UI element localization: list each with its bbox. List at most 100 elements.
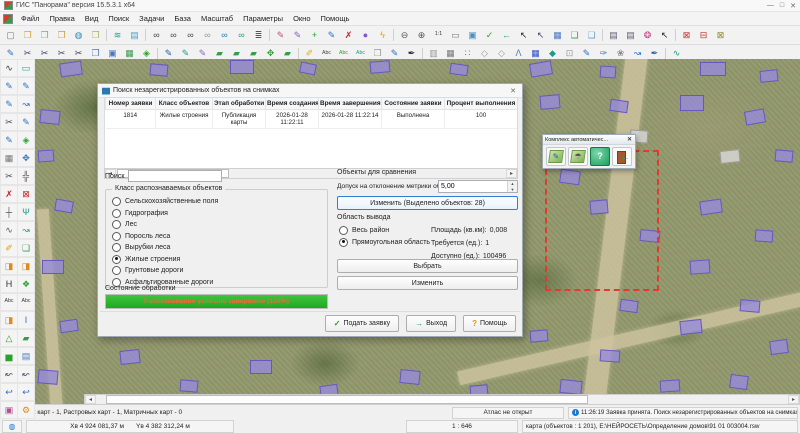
column-header-2[interactable]: Класс объектов <box>156 98 213 110</box>
map-close-3-icon[interactable]: ⊠ <box>712 27 729 44</box>
flashlight-2-icon[interactable]: ◨ <box>17 257 35 275</box>
topology-tool-icon[interactable]: ╬ <box>17 167 35 185</box>
report-tool-icon[interactable]: ▤ <box>17 347 35 365</box>
auto-complex-edit-map-button[interactable]: ✎ <box>546 147 566 166</box>
edit-blue-icon[interactable]: ✎ <box>323 27 340 44</box>
column-header-8[interactable]: Идент <box>518 98 519 110</box>
text-tool-1-icon[interactable]: Abc <box>0 293 18 311</box>
map-horizontal-scrollbar[interactable]: ◂ ▸ <box>84 394 800 405</box>
view-frame-icon[interactable]: ▣ <box>464 27 481 44</box>
column-header-5[interactable]: Время завершения <box>319 98 382 110</box>
crosshair-tool-icon[interactable]: ┼ <box>0 203 18 221</box>
open-globe-icon[interactable]: ◍ <box>70 27 87 44</box>
menu-item-Окно[interactable]: Окно <box>288 13 315 24</box>
flashlight-1-icon[interactable]: ◨ <box>0 257 18 275</box>
tolerance-spinner[interactable]: ▲▼ <box>438 180 518 193</box>
tolerance-input[interactable] <box>439 181 507 192</box>
menu-item-Масштаб[interactable]: Масштаб <box>196 13 238 24</box>
scroll-thumb[interactable] <box>106 395 588 404</box>
chart-tool-icon[interactable]: ▅ <box>0 347 18 365</box>
select-area-button[interactable]: Выбрать <box>337 259 518 273</box>
image-tool-icon[interactable]: ▣ <box>0 401 18 419</box>
radio-option-Прямоугольная область[interactable]: Прямоугольная область <box>339 237 430 249</box>
node-tool-icon[interactable]: Ψ <box>17 203 35 221</box>
settings-gear-icon[interactable]: ⚙ <box>17 401 35 419</box>
scale-indicator[interactable]: 1 : 646 <box>406 420 518 433</box>
polyline-tool-icon[interactable]: ∿ <box>0 59 18 77</box>
submit-request-button[interactable]: ✓Подать заявку <box>325 315 399 332</box>
radio-option-Весь район[interactable]: Весь район <box>339 225 430 237</box>
maximize-button[interactable]: □ <box>780 2 784 10</box>
table-row[interactable]: 1814Жилые строенияПубликация карты2026-0… <box>106 110 519 129</box>
find-route-icon[interactable]: ∞ <box>233 27 250 44</box>
open-folder-icon[interactable]: ❐ <box>19 27 36 44</box>
layers-icon[interactable]: ≋ <box>109 27 126 44</box>
edit-pink-icon[interactable]: ✎ <box>272 27 289 44</box>
accept-icon[interactable]: ✓ <box>481 27 498 44</box>
column-header-3[interactable]: Этап обработки <box>213 98 266 110</box>
auto-complex-map-button[interactable]: ☂ <box>568 147 588 166</box>
find-selected-icon[interactable]: ∞ <box>216 27 233 44</box>
scissors-1-icon[interactable]: ✂ <box>0 113 18 131</box>
rect-tool-icon[interactable]: ▭ <box>17 59 35 77</box>
help-button[interactable]: ?Помощь <box>463 315 516 332</box>
map-export-tool-icon[interactable]: ▰ <box>17 329 35 347</box>
column-header-4[interactable]: Время создания <box>266 98 319 110</box>
auto-complex-close-icon[interactable]: ✕ <box>626 136 633 143</box>
zoom-in-icon[interactable]: ⊕ <box>413 27 430 44</box>
print-setup-icon[interactable]: ▤ <box>622 27 639 44</box>
open-folder-db-icon[interactable]: ❐ <box>36 27 53 44</box>
delete-map-tool-icon[interactable]: ⊠ <box>17 185 35 203</box>
symbol-tool-icon[interactable]: ❖ <box>17 275 35 293</box>
menu-item-Файл[interactable]: Файл <box>16 13 44 24</box>
exit-button[interactable]: →Выход <box>406 315 456 332</box>
map-close-1-icon[interactable]: ⊠ <box>678 27 695 44</box>
table-scroll-right-icon[interactable]: ▸ <box>506 169 517 178</box>
delete-object-icon[interactable]: ✗ <box>340 27 357 44</box>
menu-item-База[interactable]: База <box>169 13 196 24</box>
close-button[interactable]: ✕ <box>790 2 796 10</box>
scale-1-1-icon[interactable]: 1:1 <box>430 27 447 44</box>
spin-down-icon[interactable]: ▼ <box>508 187 517 193</box>
pointer-plus-icon[interactable]: ↖ <box>532 27 549 44</box>
back-icon[interactable]: ← <box>498 27 515 44</box>
menu-item-Помощь[interactable]: Помощь <box>316 13 355 24</box>
scroll-right-icon[interactable]: ▸ <box>788 395 799 404</box>
menu-item-Правка[interactable]: Правка <box>44 13 79 24</box>
vertical-tool-icon[interactable]: Ι <box>17 311 35 329</box>
object-table-icon[interactable]: ▦ <box>549 27 566 44</box>
change-area-button[interactable]: Изменить <box>337 276 518 290</box>
change-selected-button[interactable]: Изменить (Выделено объектов: 28) <box>337 196 518 210</box>
find-icon[interactable]: ∞ <box>148 27 165 44</box>
menu-item-Задачи[interactable]: Задачи <box>134 13 169 24</box>
minimize-button[interactable]: — <box>767 2 774 10</box>
radio-option-Гидрография[interactable]: Гидрография <box>112 208 327 220</box>
open-doc-icon[interactable]: ❐ <box>87 27 104 44</box>
column-header-7[interactable]: Процент выполнения <box>445 98 518 110</box>
diamond-tool-icon[interactable]: ◈ <box>17 131 35 149</box>
pencil-4-icon[interactable]: ✎ <box>17 113 35 131</box>
sphere-icon[interactable]: ● <box>357 27 374 44</box>
pointer-icon[interactable]: ↖ <box>515 27 532 44</box>
pencil-1-icon[interactable]: ✎ <box>0 77 18 95</box>
letter-h-tool-icon[interactable]: H <box>0 275 18 293</box>
scroll-left-icon[interactable]: ◂ <box>85 395 96 404</box>
swoosh-1-icon[interactable]: ↜ <box>0 365 18 383</box>
dialog-close-icon[interactable]: ✕ <box>508 87 518 95</box>
print-icon[interactable]: ▤ <box>605 27 622 44</box>
auto-complex-help-button[interactable]: ? <box>590 147 610 166</box>
flashlight-3-icon[interactable]: ◨ <box>0 311 18 329</box>
spline-2-icon[interactable]: ↝ <box>17 221 35 239</box>
text-tool-2-icon[interactable]: Abc <box>17 293 35 311</box>
pencil-2-icon[interactable]: ✎ <box>17 77 35 95</box>
map-frame-tool-icon[interactable]: ❏ <box>17 239 35 257</box>
map-close-2-icon[interactable]: ⊟ <box>695 27 712 44</box>
radio-option-Сельскохозяйственные поля[interactable]: Сельскохозяйственные поля <box>112 196 327 208</box>
search-input[interactable] <box>128 170 222 182</box>
pencil-question-icon[interactable]: ✎ <box>0 131 18 149</box>
column-header-6[interactable]: Состояние заявки <box>382 98 445 110</box>
lightning-icon[interactable]: ϟ <box>374 27 391 44</box>
move-tool-icon[interactable]: ✥ <box>17 149 35 167</box>
hatch-tool-icon[interactable]: ▦ <box>0 149 18 167</box>
radio-option-Лес[interactable]: Лес <box>112 219 327 231</box>
